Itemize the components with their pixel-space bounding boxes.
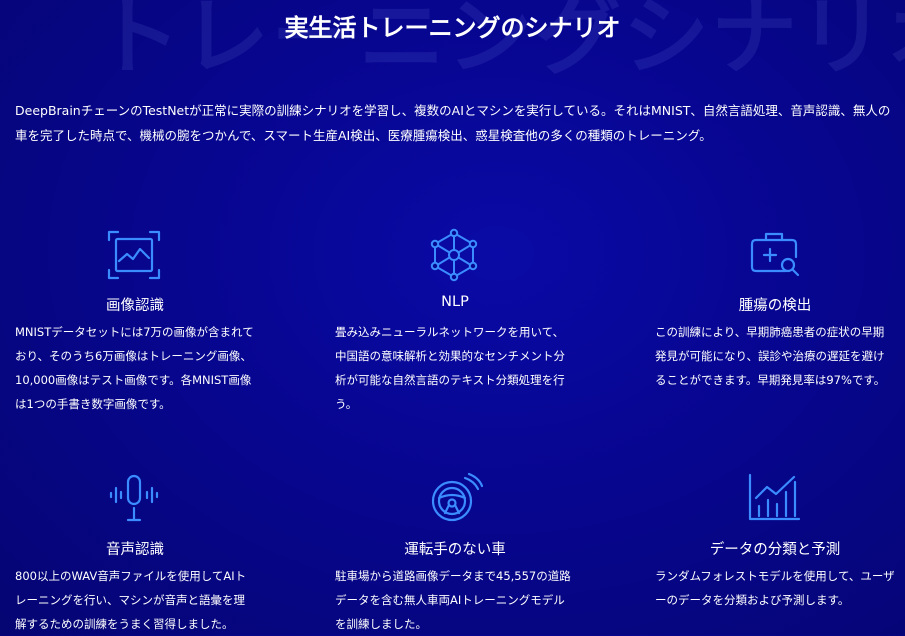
card-heading: データの分類と予測 — [709, 542, 841, 558]
page-title: 実生活トレーニングのシナリオ — [284, 14, 621, 42]
medical-bag-search-icon — [745, 228, 803, 282]
card-description: 畳み込みニューラルネットワークを用いて、中国語の意味解析と効果的なセンチメント分… — [335, 325, 565, 411]
card-heading: 音声認識 — [106, 542, 164, 558]
card-description: ランダムフォレストモデルを使用して、ユーザーのデータを分類および予測します。 — [655, 569, 895, 607]
neural-network-icon — [425, 228, 483, 282]
card-heading: 腫瘍の検出 — [738, 298, 812, 314]
microphone-icon — [105, 472, 163, 526]
card-description: MNISTデータセットには7万の画像が含まれており、そのうち6万画像はトレーニン… — [15, 325, 254, 411]
bar-chart-icon — [745, 472, 803, 526]
intro-paragraph: DeepBrainチェーンのTestNetが正常に実際の訓練シナリオを学習し、複… — [15, 103, 891, 143]
steering-wheel-icon — [425, 472, 483, 526]
card-description: 800以上のWAV音声ファイルを使用してAIトレーニングを行い、マシンが音声と語… — [15, 569, 247, 631]
card-description: 駐車場から道路画像データまで45,557の道路データを含む無人車両AIトレーニン… — [335, 569, 571, 631]
card-heading: 画像認識 — [106, 298, 164, 314]
card-heading: NLP — [441, 294, 469, 310]
card-heading: 運転手のない車 — [404, 542, 506, 558]
image-frame-icon — [105, 228, 163, 282]
card-description: この訓練により、早期肺癌患者の症状の早期発見が可能になり、誤診や治療の遅延を避け… — [655, 325, 886, 387]
